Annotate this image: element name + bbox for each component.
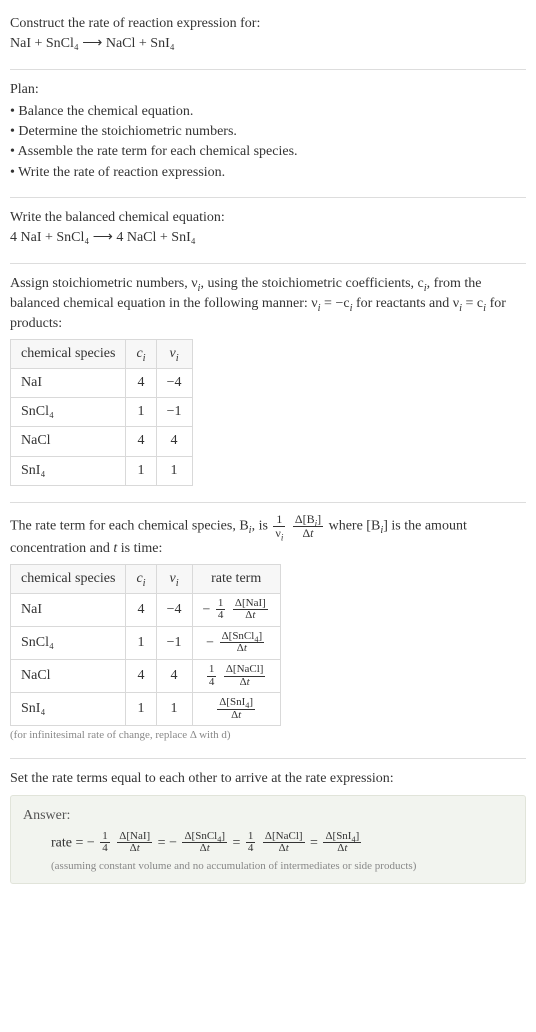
fraction: Δ[Bi] Δt (293, 513, 323, 539)
fraction: 1 νi (273, 513, 285, 539)
col-rate: rate term (192, 564, 280, 593)
balanced-equation: 4 NaI + SnCl₄ ⟶ 4 NaCl + SnI₄ (10, 228, 526, 248)
plan-label: Plan: (10, 80, 526, 100)
text: , is (252, 518, 272, 533)
cell-species: SnCl₄ (11, 626, 126, 659)
text: where [B (329, 518, 381, 533)
table-row: SnCl₄ 1 −1 (11, 398, 193, 427)
col-species: chemical species (11, 564, 126, 593)
cell-species: SnI₄ (11, 456, 126, 485)
table-row: chemical species ci νi (11, 339, 193, 368)
table-row: SnI₄ 1 1 (11, 456, 193, 485)
answer-note: (assuming constant volume and no accumul… (23, 859, 513, 875)
divider (10, 263, 526, 264)
divider (10, 69, 526, 70)
table-row: NaI 4 −4 − 14 Δ[NaI]Δt (11, 593, 281, 626)
table-row: chemical species ci νi rate term (11, 564, 281, 593)
cell-v: −4 (156, 368, 192, 397)
frac-num: Δ[Bi] (293, 513, 323, 526)
text: The rate term for each chemical species,… (10, 518, 249, 533)
cell-c: 1 (126, 456, 156, 485)
cell-v: −1 (156, 398, 192, 427)
table-row: NaI 4 −4 (11, 368, 193, 397)
table-row: NaCl 4 4 (11, 427, 193, 456)
plan-item: Balance the chemical equation. (10, 102, 526, 122)
answer-label: Answer: (23, 806, 513, 826)
plan-item: Determine the stoichiometric numbers. (10, 122, 526, 142)
prompt-heading: Construct the rate of reaction expressio… (10, 14, 526, 34)
plan-section: Plan: Balance the chemical equation. Det… (10, 74, 526, 193)
cell-v: 1 (156, 693, 192, 726)
cell-c: 4 (126, 660, 156, 693)
divider (10, 758, 526, 759)
cell-species: NaI (11, 368, 126, 397)
divider (10, 502, 526, 503)
frac-num: 1 (273, 513, 285, 526)
answer-expression: rate = − 14 Δ[NaI]Δt = − Δ[SnCl4]Δt = 14… (23, 831, 513, 855)
unbalanced-equation: NaI + SnCl₄ ⟶ NaCl + SnI₄ (10, 34, 526, 54)
cell-c: 1 (126, 398, 156, 427)
rate-terms-intro: The rate term for each chemical species,… (10, 513, 526, 559)
col-c: ci (126, 564, 156, 593)
cell-rate: − 14 Δ[NaI]Δt (192, 593, 280, 626)
final-section: Set the rate terms equal to each other t… (10, 763, 526, 894)
table-row: SnCl₄ 1 −1 − Δ[SnCl4]Δt (11, 626, 281, 659)
frac-den: Δt (293, 526, 323, 540)
balanced-section: Write the balanced chemical equation: 4 … (10, 202, 526, 259)
cell-species: NaCl (11, 660, 126, 693)
table-row: NaCl 4 4 14 Δ[NaCl]Δt (11, 660, 281, 693)
stoich-intro: Assign stoichiometric numbers, νi, using… (10, 274, 526, 335)
cell-c: 1 (126, 626, 156, 659)
final-intro: Set the rate terms equal to each other t… (10, 769, 526, 789)
cell-rate: − Δ[SnCl4]Δt (192, 626, 280, 659)
stoich-table: chemical species ci νi NaI 4 −4 SnCl₄ 1 … (10, 339, 193, 486)
cell-species: SnCl₄ (11, 398, 126, 427)
frac-den: νi (273, 526, 285, 540)
col-v: νi (156, 564, 192, 593)
plan-item: Assemble the rate term for each chemical… (10, 142, 526, 162)
cell-c: 4 (126, 368, 156, 397)
answer-box: Answer: rate = − 14 Δ[NaI]Δt = − Δ[SnCl4… (10, 795, 526, 883)
stoich-section: Assign stoichiometric numbers, νi, using… (10, 268, 526, 498)
divider (10, 197, 526, 198)
rate-terms-table: chemical species ci νi rate term NaI 4 −… (10, 564, 281, 727)
cell-rate: 14 Δ[NaCl]Δt (192, 660, 280, 693)
plan-item: Write the rate of reaction expression. (10, 163, 526, 183)
col-species: chemical species (11, 339, 126, 368)
cell-species: NaCl (11, 427, 126, 456)
plan-list: Balance the chemical equation. Determine… (10, 102, 526, 183)
cell-v: −4 (156, 593, 192, 626)
cell-species: NaI (11, 593, 126, 626)
prompt-section: Construct the rate of reaction expressio… (10, 8, 526, 65)
cell-v: −1 (156, 626, 192, 659)
col-c: ci (126, 339, 156, 368)
balanced-intro: Write the balanced chemical equation: (10, 208, 526, 228)
cell-c: 1 (126, 693, 156, 726)
cell-v: 4 (156, 427, 192, 456)
rate-terms-caption: (for infinitesimal rate of change, repla… (10, 728, 526, 744)
cell-c: 4 (126, 593, 156, 626)
cell-c: 4 (126, 427, 156, 456)
cell-rate: Δ[SnI4]Δt (192, 693, 280, 726)
col-v: νi (156, 339, 192, 368)
cell-species: SnI₄ (11, 693, 126, 726)
cell-v: 4 (156, 660, 192, 693)
cell-v: 1 (156, 456, 192, 485)
rate-terms-section: The rate term for each chemical species,… (10, 507, 526, 754)
text: is time: (117, 541, 162, 556)
table-row: SnI₄ 1 1 Δ[SnI4]Δt (11, 693, 281, 726)
